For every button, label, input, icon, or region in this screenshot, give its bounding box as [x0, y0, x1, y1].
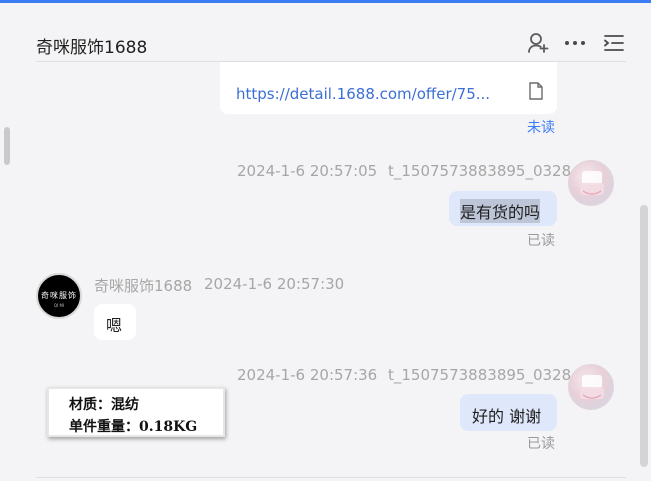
sticker-weight: 单件重量：0.18KG	[69, 419, 198, 435]
menu-list-icon[interactable]	[602, 31, 626, 55]
left-scrollbar[interactable]	[4, 127, 10, 165]
message-time: 2024-1-6 20:57:30	[204, 275, 345, 293]
message-sender: t_1507573883895_0328	[388, 162, 572, 180]
chat-title: 奇咪服饰1688	[36, 38, 148, 58]
top-accent-bar	[0, 0, 651, 3]
divider	[36, 477, 626, 478]
message-text: 是有货的吗	[460, 199, 541, 223]
message-bubble[interactable]: 是有货的吗	[449, 191, 557, 226]
read-status: 已读	[527, 436, 555, 452]
document-icon[interactable]	[528, 82, 544, 100]
product-info-sticker: 材质：混纺 单件重量：0.18KG	[47, 387, 225, 437]
user-avatar[interactable]	[568, 160, 614, 206]
read-status: 已读	[527, 233, 555, 249]
message-text: 嗯	[106, 316, 123, 335]
more-icon[interactable]	[563, 31, 587, 55]
product-link[interactable]: https://detail.1688.com/offer/75...	[236, 85, 490, 103]
message-time: 2024-1-6 20:57:05	[237, 162, 378, 180]
sticker-material: 材质：混纺	[69, 397, 139, 413]
add-contact-icon[interactable]	[526, 31, 550, 55]
chat-scrollbar[interactable]	[640, 205, 648, 467]
shop-avatar[interactable]: 奇咪服饰 QI MI	[36, 273, 82, 319]
user-avatar[interactable]	[568, 364, 614, 410]
shop-logo-text: 奇咪服饰	[41, 291, 77, 300]
shop-logo-subtext: QI MI	[53, 303, 65, 308]
link-card-message[interactable]: https://detail.1688.com/offer/75...	[220, 62, 557, 114]
message-bubble[interactable]: 嗯	[94, 304, 136, 340]
message-sender: t_1507573883895_0328	[388, 366, 572, 384]
message-sender: 奇咪服饰1688	[94, 277, 193, 295]
message-text: 好的 谢谢	[472, 407, 542, 426]
unread-status: 未读	[527, 120, 555, 136]
message-time: 2024-1-6 20:57:36	[237, 366, 378, 384]
chat-header: 奇咪服饰1688	[36, 24, 626, 62]
message-bubble[interactable]: 好的 谢谢	[460, 394, 557, 431]
